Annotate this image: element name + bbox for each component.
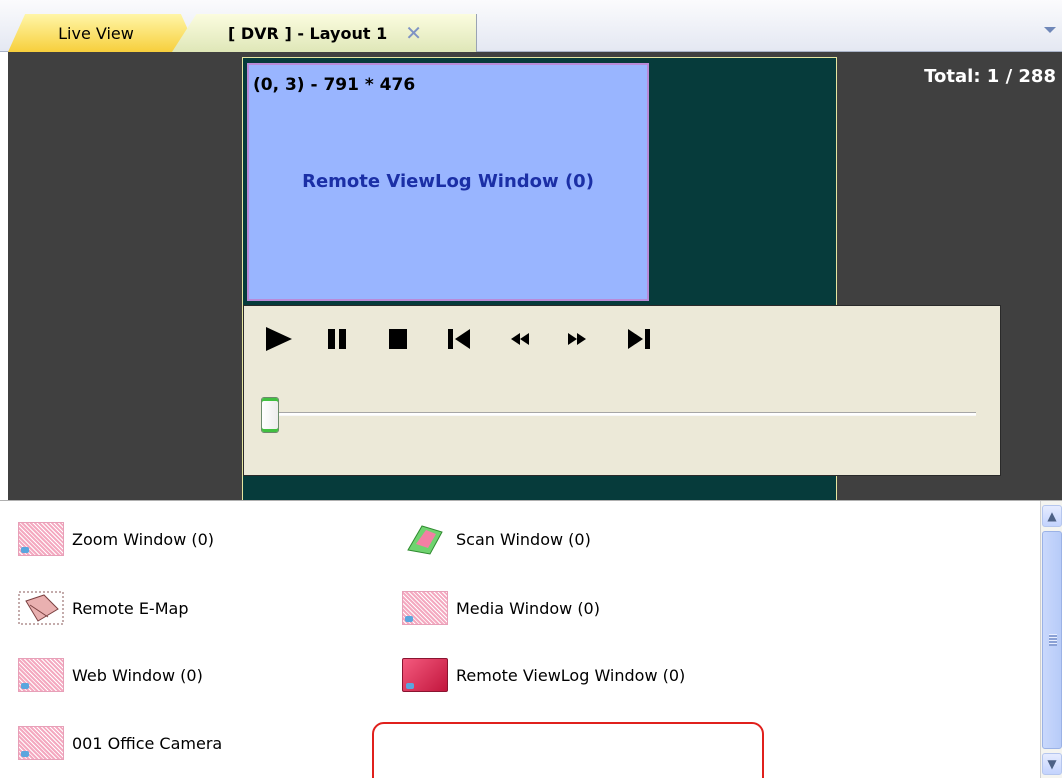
camera-window-icon xyxy=(18,726,64,760)
skip-to-start-icon xyxy=(448,329,470,349)
playback-slider-track[interactable] xyxy=(274,412,976,416)
palette-item-label: Remote ViewLog Window (0) xyxy=(456,665,686,685)
palette-item-office-camera[interactable]: 001 Office Camera xyxy=(18,723,222,763)
palette-item-scan-window[interactable]: Scan Window (0) xyxy=(402,519,591,559)
play-icon xyxy=(266,327,292,351)
playback-panel xyxy=(243,305,1001,476)
play-button[interactable] xyxy=(262,324,298,354)
palette-item-label: Web Window (0) xyxy=(72,665,203,685)
tab-live-view[interactable]: Live View xyxy=(8,14,198,52)
palette-item-web-window[interactable]: Web Window (0) xyxy=(18,655,203,695)
selection-highlight xyxy=(372,722,764,778)
tab-dvr-layout[interactable]: [ DVR ] - Layout 1 ✕ xyxy=(172,14,477,52)
palette-item-label: Remote E-Map xyxy=(72,598,189,618)
tab-live-view-label: Live View xyxy=(58,23,134,43)
viewlog-tile[interactable]: (0, 3) - 791 * 476 Remote ViewLog Window… xyxy=(247,63,649,301)
scroll-up-icon[interactable]: ▲ xyxy=(1042,505,1062,527)
skip-to-end-button[interactable] xyxy=(624,324,660,354)
fast-forward-icon xyxy=(568,333,586,345)
tile-coordinates: (0, 3) - 791 * 476 xyxy=(253,75,416,95)
tab-bar: Live View [ DVR ] - Layout 1 ✕ xyxy=(0,0,1062,52)
tab-menu-chevron-icon[interactable] xyxy=(1044,27,1056,33)
palette-item-zoom-window[interactable]: Zoom Window (0) xyxy=(18,519,214,559)
emap-icon xyxy=(18,591,64,625)
pause-icon xyxy=(328,329,346,349)
stop-button[interactable] xyxy=(384,324,420,354)
zoom-window-icon xyxy=(18,522,64,556)
scroll-down-icon[interactable]: ▼ xyxy=(1042,753,1062,775)
palette-item-label: 001 Office Camera xyxy=(72,733,223,753)
rewind-button[interactable] xyxy=(506,324,542,354)
stop-icon xyxy=(389,329,407,349)
scrollbar-grip-icon xyxy=(1049,634,1057,646)
palette-item-label: Zoom Window (0) xyxy=(72,529,215,549)
media-window-icon xyxy=(402,591,448,625)
skip-to-start-button[interactable] xyxy=(444,324,480,354)
palette-item-remote-emap[interactable]: Remote E-Map xyxy=(18,588,188,628)
playback-slider-thumb[interactable] xyxy=(261,397,279,433)
total-counter: Total: 1 / 288 xyxy=(924,66,1056,87)
palette-item-remote-viewlog-window[interactable]: Remote ViewLog Window (0) xyxy=(402,655,685,695)
palette-item-media-window[interactable]: Media Window (0) xyxy=(402,588,600,628)
fast-forward-button[interactable] xyxy=(564,324,600,354)
rewind-icon xyxy=(511,333,529,345)
web-window-icon xyxy=(18,658,64,692)
pause-button[interactable] xyxy=(322,324,358,354)
scrollbar-thumb[interactable] xyxy=(1042,531,1062,749)
tile-title: Remote ViewLog Window (0) xyxy=(302,171,594,192)
palette-item-label: Media Window (0) xyxy=(456,598,600,618)
palette-item-label: Scan Window (0) xyxy=(456,529,591,549)
tab-dvr-layout-label: [ DVR ] - Layout 1 xyxy=(228,23,388,43)
window-palette: Zoom Window (0) Scan Window (0) Remote E… xyxy=(0,500,1062,778)
scan-window-icon xyxy=(402,522,448,556)
skip-to-end-icon xyxy=(628,329,650,349)
palette-scrollbar[interactable]: ▲ ▼ xyxy=(1040,501,1062,778)
close-icon[interactable]: ✕ xyxy=(405,21,422,45)
viewlog-window-icon xyxy=(402,658,448,692)
